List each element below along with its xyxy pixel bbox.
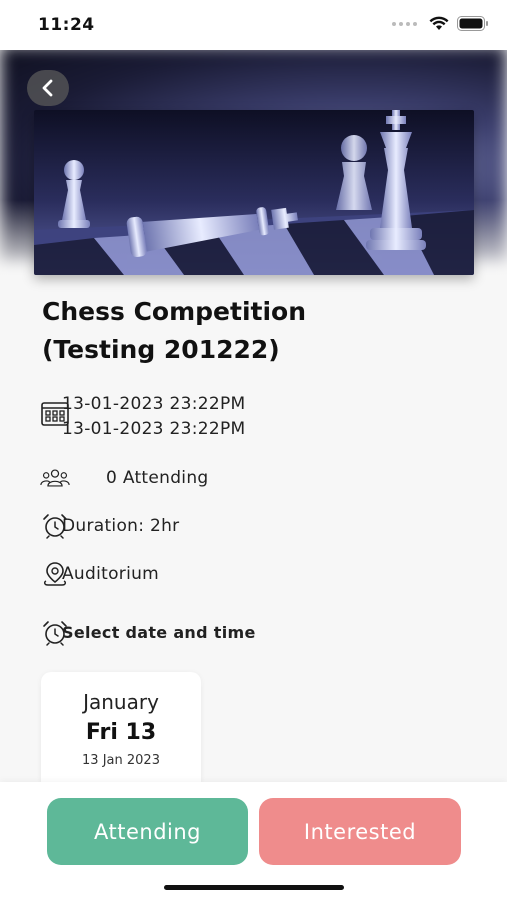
date-full: 13 Jan 2023	[82, 753, 160, 768]
event-title-line1: Chess Competition	[42, 297, 307, 326]
status-bar: 11:24	[0, 0, 507, 50]
home-indicator[interactable]	[164, 885, 344, 890]
wifi-icon	[429, 16, 449, 30]
select-date-label: Select date and time	[62, 623, 256, 642]
people-icon	[40, 464, 70, 492]
back-button[interactable]	[27, 70, 69, 106]
date-month: January	[83, 690, 159, 714]
event-title-line2: (Testing 201222)	[42, 335, 280, 364]
interested-button[interactable]: Interested	[259, 798, 461, 865]
event-duration: Duration: 2hr	[62, 516, 180, 536]
attending-row	[40, 464, 70, 492]
date-option-card[interactable]: January Fri 13 13 Jan 2023	[41, 672, 201, 792]
event-start: 13-01-2023 23:22PM	[62, 394, 246, 414]
chevron-left-icon	[42, 79, 53, 97]
status-icons	[392, 16, 489, 31]
event-title: Chess Competition (Testing 201222)	[42, 293, 462, 369]
battery-icon	[457, 16, 488, 31]
attending-count: 0 Attending	[106, 468, 209, 488]
event-location: Auditorium	[62, 564, 160, 584]
event-end: 13-01-2023 23:22PM	[62, 419, 246, 439]
signal-dots-icon	[392, 21, 417, 26]
event-image	[34, 110, 474, 275]
attending-button[interactable]: Attending	[47, 798, 248, 865]
status-time: 11:24	[38, 15, 95, 35]
bottom-action-bar: Attending Interested	[0, 782, 507, 900]
date-day: Fri 13	[85, 720, 157, 745]
